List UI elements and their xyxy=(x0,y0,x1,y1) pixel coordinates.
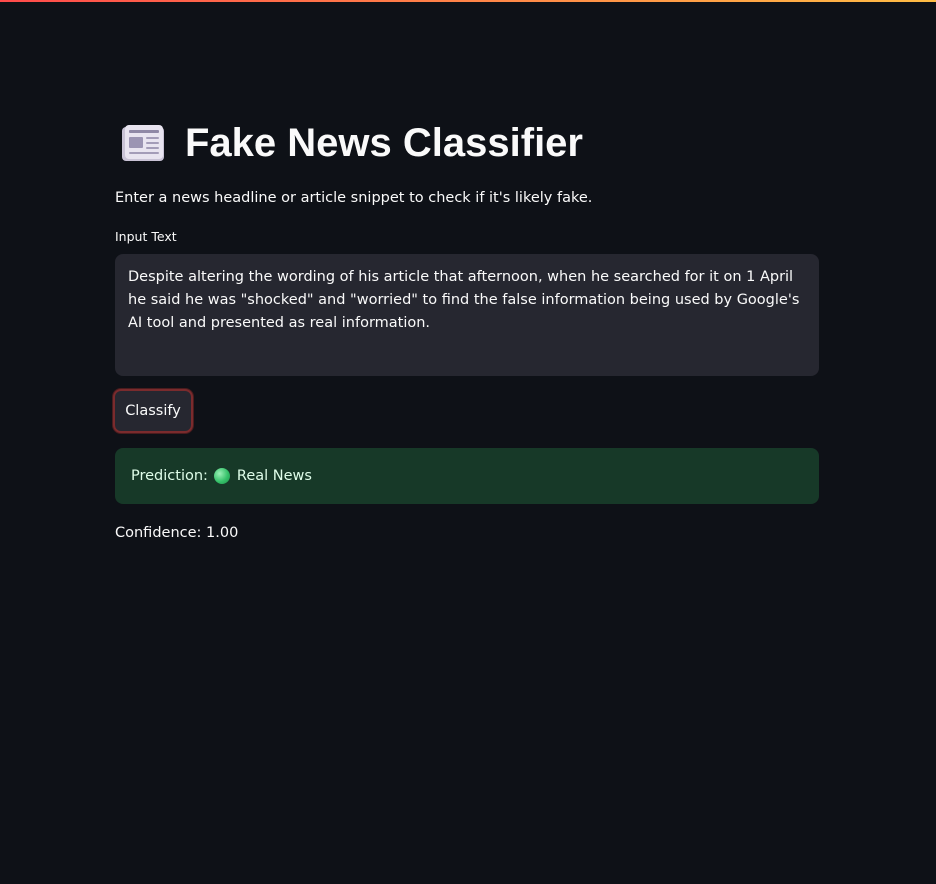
page-title: Fake News Classifier xyxy=(185,121,583,165)
page-description: Enter a news headline or article snippet… xyxy=(115,190,593,206)
green-circle-icon xyxy=(213,468,230,484)
page-title-row: Fake News Classifier xyxy=(121,120,583,166)
classify-button[interactable]: Classify xyxy=(113,389,193,433)
input-text-label: Input Text xyxy=(115,229,177,244)
input-textarea[interactable]: Despite altering the wording of his arti… xyxy=(115,254,819,376)
prediction-value: Real News xyxy=(236,468,312,484)
confidence-text: Confidence: 1.00 xyxy=(115,525,239,541)
header-decoration-bar xyxy=(0,0,936,2)
newspaper-icon xyxy=(121,124,165,162)
prediction-alert: Prediction: Real News xyxy=(115,448,819,504)
prediction-prefix: Prediction: xyxy=(131,468,208,484)
